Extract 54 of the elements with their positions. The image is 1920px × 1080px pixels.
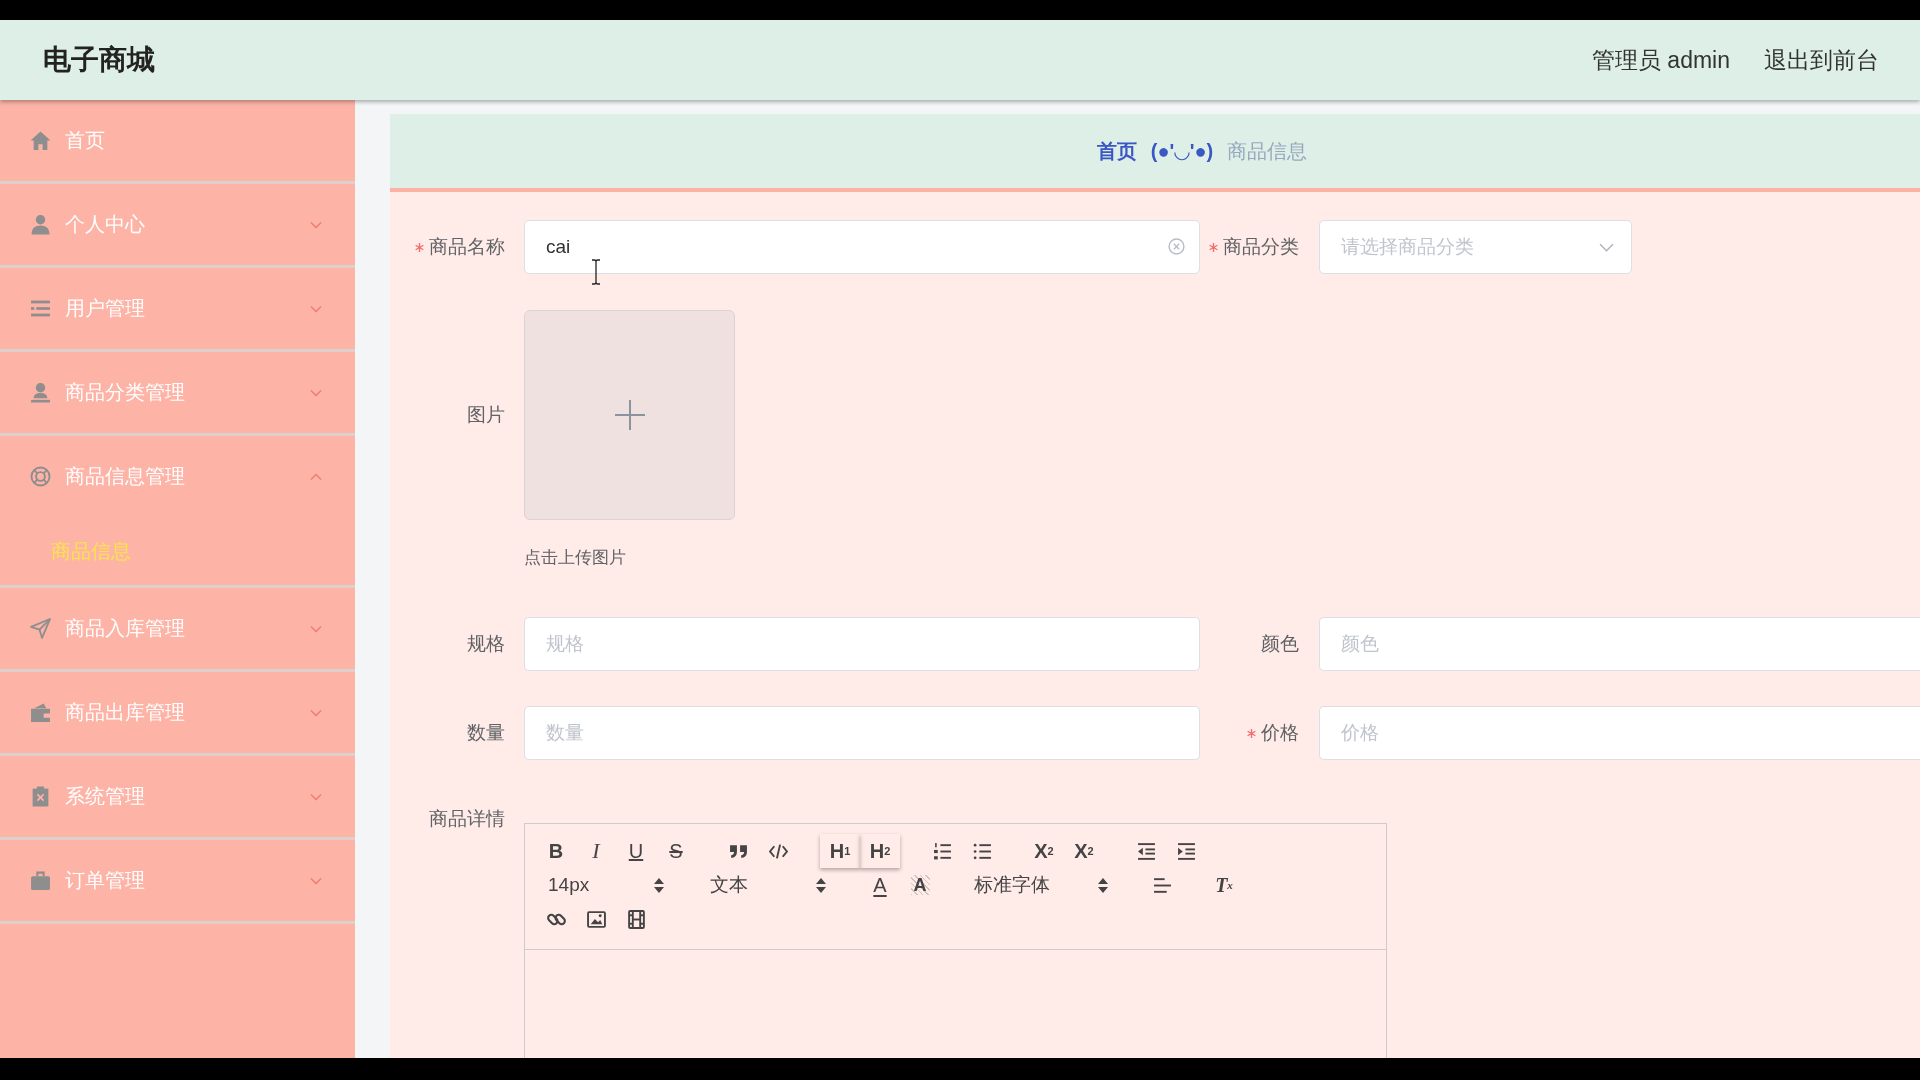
clear-icon	[1168, 238, 1185, 255]
bullet-list-icon	[972, 841, 992, 861]
breadcrumb-separator: (●'◡'●)	[1150, 139, 1214, 163]
text-input[interactable]: 价格	[1319, 706, 1920, 760]
size-picker[interactable]: 14px	[536, 868, 676, 902]
numbered-list-icon	[932, 841, 952, 861]
field-label: 商品名称	[429, 235, 505, 259]
heading-picker[interactable]: 文本	[698, 868, 838, 902]
strikethrough-button[interactable]: S	[656, 834, 696, 868]
person-icon	[30, 382, 51, 403]
field-label: 数量	[467, 721, 505, 745]
italic-button[interactable]: I	[576, 834, 616, 868]
select-field[interactable]: 请选择商品分类	[1319, 220, 1632, 274]
text-input[interactable]: 数量	[524, 706, 1200, 760]
field-label: 价格	[1261, 721, 1299, 745]
home-icon	[30, 130, 51, 151]
sort-arrows-icon	[654, 877, 664, 893]
breadcrumb-link[interactable]: 首页	[1096, 137, 1137, 165]
align-left-icon	[1152, 875, 1172, 895]
upload-hint: 点击上传图片	[524, 548, 626, 568]
underline-button[interactable]: U	[616, 834, 656, 868]
text-cursor-icon	[591, 259, 601, 285]
film-icon	[626, 909, 646, 929]
wallet-icon	[30, 702, 51, 723]
app-title: 电子商城	[43, 43, 155, 77]
bold-button[interactable]: B	[536, 834, 576, 868]
admin-label: 管理员 admin	[1591, 45, 1730, 75]
chevron-down-icon	[1599, 243, 1614, 252]
indent-icon	[1176, 841, 1196, 861]
sort-arrows-icon	[1098, 877, 1108, 893]
outdent-icon	[1136, 841, 1156, 861]
field-label: 图片	[467, 403, 505, 427]
highlight-button[interactable]: A	[900, 868, 940, 902]
script-button[interactable]: X$^{2}$	[1064, 834, 1104, 868]
user-icon	[30, 214, 51, 235]
text-color-button[interactable]: A	[860, 868, 900, 902]
lifebuoy-icon	[30, 466, 51, 487]
text-input[interactable]: 规格	[524, 617, 1200, 671]
list-icon	[30, 298, 51, 319]
text-input[interactable]: 颜色	[1319, 617, 1920, 671]
field-label: 商品详情	[429, 807, 505, 831]
font-picker[interactable]: 标准字体	[962, 868, 1120, 902]
clipboard-icon	[30, 786, 51, 807]
image-icon	[586, 909, 606, 929]
field-label: 规格	[467, 632, 505, 656]
paper-plane-icon	[30, 618, 51, 639]
briefcase-icon	[30, 870, 51, 891]
text-input[interactable]: cai	[524, 220, 1200, 274]
breadcrumb-current: 商品信息	[1227, 138, 1308, 164]
field-label: 颜色	[1261, 632, 1299, 656]
field-label: 商品分类	[1223, 235, 1299, 259]
plus-icon	[613, 399, 646, 431]
sort-arrows-icon	[816, 877, 826, 893]
header-link[interactable]: 退出到前台	[1764, 44, 1879, 76]
